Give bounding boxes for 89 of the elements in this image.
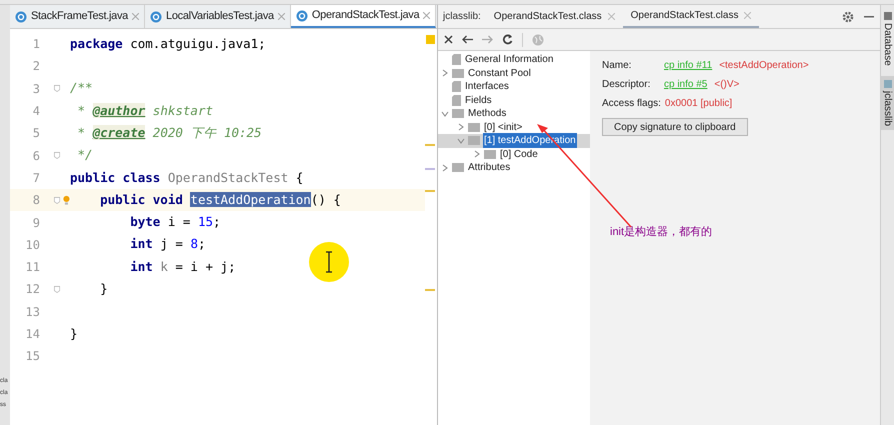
code-line: public class OperandStackTest {	[70, 168, 304, 187]
class-icon	[150, 10, 162, 22]
side-tab[interactable]: Database	[881, 8, 894, 70]
collapsed-caret-icon[interactable]	[441, 69, 449, 78]
close-icon[interactable]	[444, 35, 453, 44]
editor-tab[interactable]: OperandStackTest.java	[290, 5, 436, 28]
code-line: int k = i + j;	[129, 258, 236, 276]
file-icon	[452, 81, 461, 92]
code-line: byte i = 15;	[129, 213, 221, 232]
folder-icon	[452, 163, 464, 172]
fold-icon[interactable]	[54, 151, 60, 160]
error-stripe-mark	[425, 168, 435, 170]
line-number: 9	[32, 214, 40, 232]
back-arrow-icon[interactable]	[462, 35, 473, 44]
folder-icon	[468, 136, 480, 146]
code-line: }	[70, 324, 78, 343]
line-number: 13	[24, 304, 40, 321]
fold-icon[interactable]	[54, 196, 60, 205]
code-line: */	[76, 146, 93, 164]
line-number: 5	[32, 125, 40, 142]
settings-icon[interactable]	[842, 10, 854, 22]
field-value: <testAddOperation>	[719, 59, 809, 73]
file-icon	[452, 54, 461, 66]
line-number: 15	[24, 348, 40, 366]
editor-tab[interactable]: LocalVariablesTest.java	[145, 5, 291, 28]
editor-tab[interactable]: StackFrameTest.java	[10, 5, 146, 28]
field-value: 0x0001 [public]	[664, 97, 732, 111]
code-line: /**	[70, 79, 93, 98]
class-tab[interactable]: OperandStackTest.class	[486, 5, 623, 28]
folder-icon	[484, 150, 496, 159]
line-number: 3	[32, 80, 40, 98]
tree-item[interactable]: Attributes	[467, 160, 512, 176]
cursor-highlight-icon	[308, 241, 350, 283]
annotation-text: init是构造器，都有的	[610, 225, 712, 240]
database-icon	[884, 12, 892, 20]
code-line: }	[99, 280, 108, 298]
tree-item[interactable]: Methods	[467, 106, 508, 122]
line-number: 7	[32, 170, 40, 187]
file-icon	[452, 94, 461, 106]
line-number: 14	[24, 326, 40, 343]
collapsed-caret-icon[interactable]	[457, 123, 465, 132]
code-line: public void testAddOperation() {	[99, 190, 341, 209]
folder-icon	[452, 109, 464, 118]
side-tab[interactable]: jclasslib	[881, 76, 894, 130]
copy-signature-button[interactable]: Copy signature to clipboard	[602, 118, 748, 136]
refresh-icon[interactable]	[502, 34, 513, 45]
field-value: <()V>	[714, 78, 740, 92]
minimize-icon[interactable]	[864, 16, 874, 18]
class-icon	[15, 10, 27, 22]
line-number: 1	[32, 36, 40, 54]
code-line: * @create 2020 下午 10:25	[76, 124, 262, 142]
collapsed-caret-icon[interactable]	[441, 164, 449, 172]
line-number: 6	[32, 148, 40, 165]
line-number: 10	[24, 236, 40, 254]
tree-item[interactable]: Constant Pool	[467, 66, 532, 81]
field-label: Descriptor:	[602, 78, 652, 92]
field-label: Name:	[602, 59, 632, 73]
code-line: package com.atguigu.java1;	[70, 34, 266, 53]
forward-arrow-icon[interactable]	[482, 35, 493, 44]
class-icon	[296, 10, 308, 22]
expanded-caret-icon[interactable]	[441, 110, 449, 118]
tree-item[interactable]: [0] Code	[499, 146, 539, 162]
warning-marker	[426, 35, 435, 44]
tree-item[interactable]: General Information	[464, 52, 554, 68]
error-stripe-mark	[425, 144, 435, 146]
lightbulb-icon[interactable]	[63, 194, 70, 207]
panel-label: jclasslib:	[442, 10, 482, 24]
line-number: 11	[24, 259, 40, 276]
expanded-caret-icon[interactable]	[457, 136, 465, 145]
collapsed-caret-icon[interactable]	[473, 150, 481, 158]
error-stripe-mark	[425, 190, 435, 192]
fold-icon[interactable]	[54, 284, 60, 294]
line-number: 8	[32, 192, 40, 210]
line-number: 12	[24, 281, 40, 298]
class-tab[interactable]: OperandStackTest.class	[622, 5, 760, 28]
line-number: 2	[32, 58, 40, 76]
tree-item[interactable]: Interfaces	[464, 79, 510, 94]
code-line: int j = 8;	[129, 235, 206, 254]
globe-icon[interactable]	[532, 34, 544, 46]
grid-icon	[884, 80, 892, 88]
folder-icon	[452, 68, 464, 78]
line-number: 4	[32, 103, 40, 120]
tree-item[interactable]: Fields	[464, 92, 493, 108]
folder-icon	[468, 122, 480, 132]
tree-item[interactable]: [0] <init>	[483, 120, 524, 135]
fold-icon[interactable]	[54, 84, 60, 94]
field-label: Access flags:	[602, 97, 661, 111]
error-stripe-mark	[425, 289, 435, 291]
code-line: * @author shkstart	[76, 102, 213, 120]
